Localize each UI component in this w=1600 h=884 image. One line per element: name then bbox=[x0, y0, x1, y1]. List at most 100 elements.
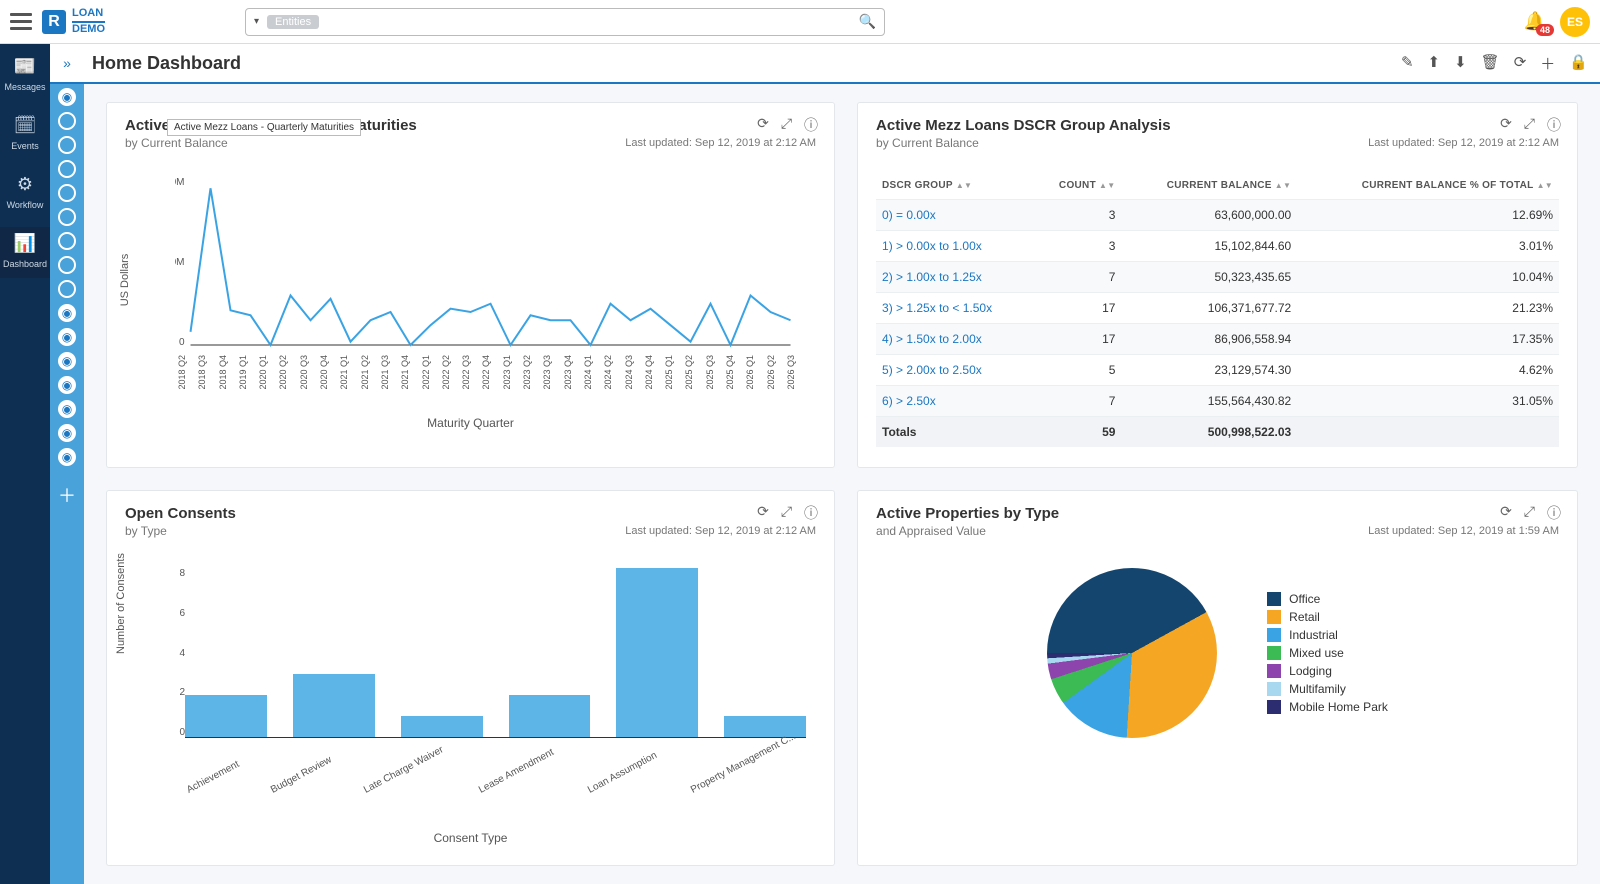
user-avatar[interactable]: ES bbox=[1560, 7, 1590, 37]
trash-icon[interactable]: 🗑 bbox=[1481, 53, 1500, 74]
workflow-icon: ⚙ bbox=[0, 174, 50, 195]
legend-swatch bbox=[1267, 610, 1281, 624]
legend-item[interactable]: Office bbox=[1267, 592, 1388, 606]
subnav-item[interactable]: ◉ bbox=[58, 424, 76, 442]
card-info-icon[interactable]: ⓘ bbox=[1547, 115, 1561, 135]
table-row[interactable]: 2) > 1.00x to 1.25x750,323,435.6510.04% bbox=[876, 262, 1559, 293]
legend-item[interactable]: Multifamily bbox=[1267, 682, 1388, 696]
x-tick: 2021 Q3 bbox=[380, 355, 400, 390]
legend-item[interactable]: Retail bbox=[1267, 610, 1388, 624]
card-expand-icon[interactable]: ⤢ bbox=[1524, 115, 1535, 135]
brand-logo[interactable]: R LOAN DEMO bbox=[42, 7, 105, 35]
col-balance[interactable]: CURRENT BALANCE▲▼ bbox=[1121, 172, 1297, 200]
dscr-group-link[interactable]: 4) > 1.50x to 2.00x bbox=[876, 324, 1033, 355]
card-expand-icon[interactable]: ⤢ bbox=[781, 503, 792, 523]
chart-tooltip: Active Mezz Loans - Quarterly Maturities bbox=[167, 119, 361, 136]
table-row[interactable]: 4) > 1.50x to 2.00x1786,906,558.9417.35% bbox=[876, 324, 1559, 355]
bar[interactable] bbox=[293, 674, 375, 737]
dscr-group-link[interactable]: 1) > 0.00x to 1.00x bbox=[876, 231, 1033, 262]
card-expand-icon[interactable]: ⤢ bbox=[1524, 503, 1535, 523]
subnav-item[interactable] bbox=[58, 112, 76, 130]
x-tick: 2024 Q1 bbox=[583, 355, 603, 390]
notifications-bell-icon[interactable]: 🔔 48 bbox=[1524, 11, 1546, 32]
nav-workflow[interactable]: ⚙Workflow bbox=[0, 168, 50, 219]
table-row[interactable]: 0) = 0.00x363,600,000.0012.69% bbox=[876, 200, 1559, 231]
nav-events[interactable]: 🗓Events bbox=[0, 109, 50, 160]
card-refresh-icon[interactable]: ⟳ bbox=[757, 115, 769, 135]
add-dashboard-icon[interactable]: ＋ bbox=[58, 482, 76, 508]
subnav-item[interactable] bbox=[58, 256, 76, 274]
legend-item[interactable]: Mixed use bbox=[1267, 646, 1388, 660]
legend-item[interactable]: Mobile Home Park bbox=[1267, 700, 1388, 714]
table-row[interactable]: 3) > 1.25x to < 1.50x17106,371,677.7221.… bbox=[876, 293, 1559, 324]
dscr-group-link[interactable]: 0) = 0.00x bbox=[876, 200, 1033, 231]
search-scope-label[interactable]: Entities bbox=[267, 15, 319, 29]
card-refresh-icon[interactable]: ⟳ bbox=[757, 503, 769, 523]
subnav-item[interactable] bbox=[58, 184, 76, 202]
nav-messages[interactable]: 📰Messages bbox=[0, 50, 50, 101]
subnav-item[interactable]: ◉ bbox=[58, 448, 76, 466]
subnav-item[interactable]: ◉ bbox=[58, 376, 76, 394]
bar[interactable] bbox=[401, 716, 483, 737]
card-info-icon[interactable]: ⓘ bbox=[804, 503, 818, 523]
legend-swatch bbox=[1267, 592, 1281, 606]
table-totals-row: Totals 59 500,998,522.03 bbox=[876, 417, 1559, 448]
brand-line2: DEMO bbox=[72, 23, 105, 36]
subnav-item[interactable] bbox=[58, 232, 76, 250]
subnav-item[interactable]: ◉ bbox=[58, 328, 76, 346]
legend-item[interactable]: Lodging bbox=[1267, 664, 1388, 678]
subnav-item[interactable] bbox=[58, 136, 76, 154]
dashboard-content: Active Mezz Loans – Quarterly Maturities… bbox=[84, 84, 1600, 884]
legend-item[interactable]: Industrial bbox=[1267, 628, 1388, 642]
subnav-item[interactable] bbox=[58, 280, 76, 298]
x-tick: 2022 Q4 bbox=[481, 355, 501, 390]
lock-icon[interactable]: 🔒 bbox=[1569, 53, 1588, 74]
col-count[interactable]: COUNT▲▼ bbox=[1033, 172, 1121, 200]
x-tick: 2020 Q1 bbox=[258, 355, 278, 390]
subnav-item[interactable]: ◉ bbox=[58, 352, 76, 370]
card-expand-icon[interactable]: ⤢ bbox=[781, 115, 792, 135]
bar[interactable] bbox=[185, 695, 267, 737]
nav-dashboard[interactable]: 📊Dashboard bbox=[0, 227, 50, 278]
x-tick: 2023 Q1 bbox=[502, 355, 522, 390]
table-row[interactable]: 6) > 2.50x7155,564,430.8231.05% bbox=[876, 386, 1559, 417]
logo-mark: R bbox=[42, 10, 66, 34]
x-axis-label: Consent Type bbox=[125, 831, 816, 845]
download-icon[interactable]: ⬇ bbox=[1454, 53, 1467, 74]
bar[interactable] bbox=[616, 568, 698, 737]
dscr-group-link[interactable]: 2) > 1.00x to 1.25x bbox=[876, 262, 1033, 293]
edit-icon[interactable]: ✎ bbox=[1401, 53, 1414, 74]
dscr-group-link[interactable]: 3) > 1.25x to < 1.50x bbox=[876, 293, 1033, 324]
subnav-item[interactable]: ◉ bbox=[58, 400, 76, 418]
expand-rail-icon[interactable]: » bbox=[50, 55, 84, 71]
dscr-group-link[interactable]: 6) > 2.50x bbox=[876, 386, 1033, 417]
x-tick: 2021 Q2 bbox=[360, 355, 380, 390]
global-search[interactable]: ▾ Entities 🔍 bbox=[245, 8, 885, 36]
subnav-item[interactable]: ◉ bbox=[58, 304, 76, 322]
search-input[interactable] bbox=[327, 13, 850, 30]
card-updated: Last updated: Sep 12, 2019 at 1:59 AM bbox=[1368, 525, 1559, 537]
x-tick: 2022 Q2 bbox=[441, 355, 461, 390]
add-icon[interactable]: ＋ bbox=[1540, 53, 1555, 74]
card-info-icon[interactable]: ⓘ bbox=[1547, 503, 1561, 523]
refresh-icon[interactable]: ⟳ bbox=[1514, 53, 1527, 74]
search-icon[interactable]: 🔍 bbox=[859, 13, 876, 30]
search-scope-chevron-icon[interactable]: ▾ bbox=[254, 16, 259, 27]
messages-icon: 📰 bbox=[0, 56, 50, 77]
dscr-group-link[interactable]: 5) > 2.00x to 2.50x bbox=[876, 355, 1033, 386]
card-refresh-icon[interactable]: ⟳ bbox=[1500, 115, 1512, 135]
col-dscr-group[interactable]: DSCR GROUP▲▼ bbox=[876, 172, 1033, 200]
bar[interactable] bbox=[509, 695, 591, 737]
table-row[interactable]: 1) > 0.00x to 1.00x315,102,844.603.01% bbox=[876, 231, 1559, 262]
card-refresh-icon[interactable]: ⟳ bbox=[1500, 503, 1512, 523]
x-tick: 2021 Q1 bbox=[339, 355, 359, 390]
card-info-icon[interactable]: ⓘ bbox=[804, 115, 818, 135]
upload-icon[interactable]: ⬆ bbox=[1428, 53, 1441, 74]
col-pct[interactable]: CURRENT BALANCE % OF TOTAL▲▼ bbox=[1297, 172, 1559, 200]
subnav-item[interactable]: ◉ bbox=[58, 88, 76, 106]
subnav-item[interactable] bbox=[58, 208, 76, 226]
table-row[interactable]: 5) > 2.00x to 2.50x523,129,574.304.62% bbox=[876, 355, 1559, 386]
menu-toggle-icon[interactable] bbox=[10, 9, 32, 34]
subnav-item[interactable] bbox=[58, 160, 76, 178]
card-dscr-table: Active Mezz Loans DSCR Group Analysis by… bbox=[857, 102, 1578, 468]
